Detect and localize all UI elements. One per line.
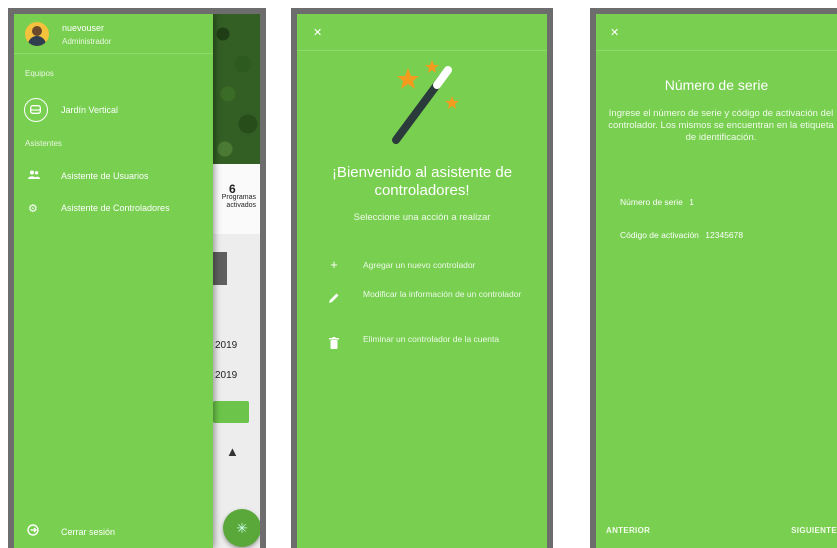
- wizard-subtitle: Seleccione una acción a realizar: [353, 212, 491, 223]
- activation-code-value: 12345678: [705, 230, 744, 240]
- phone-frame-wizard: ✕ ¡Bienvenido al asistente de controlado…: [291, 8, 553, 548]
- programs-label: Programas activados: [221, 194, 256, 209]
- device-icon: [24, 98, 48, 122]
- phone-frame-serial: ✕ Número de serie Ingrese el número de s…: [590, 8, 837, 548]
- warning-icon: ▲: [226, 444, 239, 459]
- drawer-item-label: Asistente de Controladores: [61, 203, 170, 213]
- section-header-devices: Equipos: [25, 69, 54, 78]
- drawer-item-device[interactable]: Jardín Vertical: [14, 98, 213, 124]
- date-text: 2019: [215, 340, 238, 351]
- activation-code-label: Código de activación: [620, 230, 699, 240]
- previous-button[interactable]: ANTERIOR: [606, 526, 650, 535]
- option-label: Eliminar un controlador de la cuenta: [363, 334, 500, 344]
- logout-icon: [27, 524, 39, 539]
- drawer-item-label: Asistente de Usuarios: [61, 171, 149, 181]
- serial-number-value: 1: [689, 197, 694, 207]
- floating-action-button[interactable]: ✳: [223, 509, 260, 547]
- drawer-item-controllers-assistant[interactable]: ⚙ Asistente de Controladores: [14, 196, 213, 222]
- drawer-item-label: Jardín Vertical: [61, 105, 119, 115]
- divider: [297, 50, 547, 51]
- wizard-title: ¡Bienvenido al asistente de controladore…: [331, 164, 513, 199]
- option-add-controller[interactable]: + Agregar un nuevo controlador: [297, 257, 547, 277]
- pencil-icon: [327, 292, 341, 307]
- close-icon[interactable]: ✕: [610, 26, 619, 39]
- serial-number-label: Número de serie: [620, 197, 683, 207]
- drawer-item-users-assistant[interactable]: Asistente de Usuarios: [14, 164, 213, 190]
- drawer-screen: 6 Programas activados 2019 2019 ▲ ✳ nuev…: [14, 14, 260, 548]
- logout-button[interactable]: Cerrar sesión: [14, 520, 213, 544]
- serial-number-screen: ✕ Número de serie Ingrese el número de s…: [596, 14, 837, 548]
- drawer-header: nuevouser Administrador: [14, 14, 213, 54]
- page-title: Número de serie: [664, 77, 769, 93]
- divider: [596, 50, 837, 51]
- plus-icon: +: [330, 257, 338, 272]
- gear-icon: ⚙: [28, 203, 38, 215]
- background-button: [213, 252, 227, 285]
- option-edit-controller[interactable]: Modificar la información de un controlad…: [297, 286, 547, 318]
- wizard-welcome-screen: ✕ ¡Bienvenido al asistente de controlado…: [297, 14, 547, 548]
- garden-photo: [213, 14, 260, 164]
- navigation-drawer: nuevouser Administrador Equipos Jardín V…: [14, 14, 213, 548]
- users-icon: [28, 170, 40, 182]
- instructions-text: Ingrese el número de serie y código de a…: [608, 108, 834, 143]
- user-role: Administrador: [62, 37, 112, 46]
- option-label: Agregar un nuevo controlador: [363, 260, 476, 270]
- magic-wand-icon: [392, 60, 459, 144]
- serial-number-field[interactable]: Número de serie 1: [620, 197, 694, 207]
- logout-label: Cerrar sesión: [61, 527, 116, 537]
- section-header-assistants: Asistentes: [25, 139, 62, 148]
- trash-icon: [327, 337, 341, 352]
- avatar: [25, 22, 49, 46]
- close-icon[interactable]: ✕: [313, 26, 322, 39]
- option-delete-controller[interactable]: Eliminar un controlador de la cuenta: [297, 331, 547, 363]
- next-button[interactable]: SIGUIENTE: [791, 526, 837, 535]
- date-text: 2019: [215, 370, 238, 381]
- option-label: Modificar la información de un controlad…: [363, 289, 522, 299]
- background-green-button: [213, 401, 249, 423]
- activation-code-field[interactable]: Código de activación 12345678: [620, 230, 743, 240]
- user-name: nuevouser: [62, 23, 105, 33]
- phone-frame-drawer: 6 Programas activados 2019 2019 ▲ ✳ nuev…: [8, 8, 266, 548]
- screenshot-collage: 6 Programas activados 2019 2019 ▲ ✳ nuev…: [0, 0, 837, 548]
